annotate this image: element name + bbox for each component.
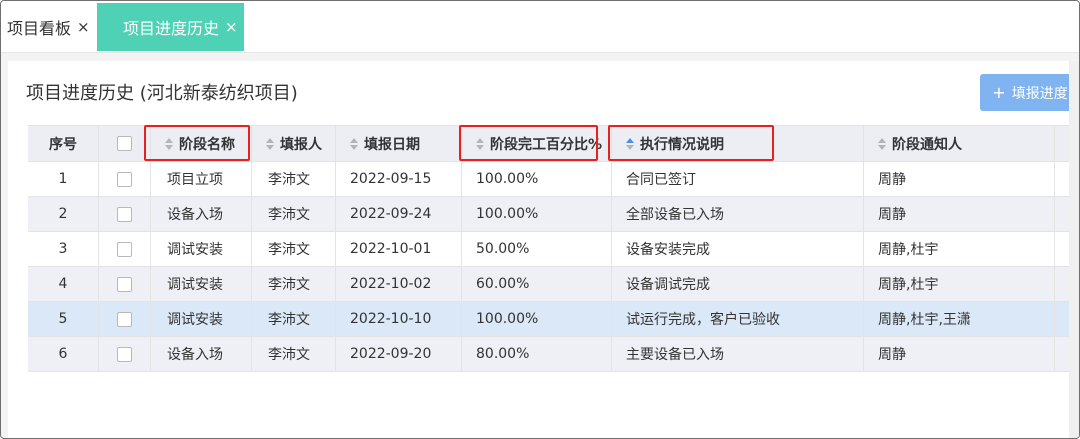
table-row[interactable]: 2 设备入场 李沛文 2022-09-24 100.00% 全部设备已入场 周静 [28, 197, 1079, 232]
row-percent: 100.00% [462, 162, 612, 196]
row-no: 3 [28, 232, 99, 266]
row-stage-name: 设备入场 [151, 197, 252, 231]
table-row-selected[interactable]: 5 调试安装 李沛文 2022-10-10 100.00% 试运行完成，客户已验… [28, 302, 1079, 337]
row-date: 2022-10-01 [336, 232, 462, 266]
vertical-scrollbar[interactable] [1069, 61, 1079, 438]
row-date: 2022-09-15 [336, 162, 462, 196]
header-label: 阶段完工百分比% [490, 136, 603, 153]
close-icon[interactable]: × [225, 18, 238, 36]
table-row[interactable]: 6 设备入场 李沛文 2022-09-20 80.00% 主要设备已入场 周静 [28, 337, 1079, 372]
row-no: 1 [28, 162, 99, 196]
row-notify: 周静,杜宇 [864, 232, 1055, 266]
row-percent: 100.00% [462, 197, 612, 231]
sort-icon [476, 137, 484, 150]
content-panel: 项目进度历史 (河北新泰纺织项目) + 填报进度 序号 阶段名称 填报人 填报日… [8, 61, 1079, 438]
row-date: 2022-10-02 [336, 267, 462, 301]
sort-icon [266, 137, 274, 150]
row-notify: 周静 [864, 197, 1055, 231]
row-no: 5 [28, 302, 99, 336]
row-reporter: 李沛文 [252, 302, 336, 336]
row-notify: 周静,杜宇,王潇 [864, 302, 1055, 336]
row-checkbox[interactable] [117, 346, 132, 362]
row-checkbox[interactable] [117, 276, 132, 292]
tab-progress-history[interactable]: 项目进度历史 × [97, 3, 244, 51]
row-notify: 周静,杜宇 [864, 267, 1055, 301]
tab-label: 项目看板 [7, 19, 72, 38]
row-date: 2022-09-20 [336, 337, 462, 371]
header-label: 填报日期 [364, 136, 420, 153]
sort-icon [350, 137, 358, 150]
header-label: 阶段名称 [179, 136, 235, 153]
row-select [99, 232, 151, 266]
row-select [99, 302, 151, 336]
row-stage-name: 项目立项 [151, 162, 252, 196]
row-stage-name: 调试安装 [151, 267, 252, 301]
row-notify: 周静 [864, 162, 1055, 196]
row-percent: 80.00% [462, 337, 612, 371]
header-completion-percent[interactable]: 阶段完工百分比% [462, 126, 612, 161]
header-no: 序号 [28, 126, 99, 161]
row-date: 2022-10-10 [336, 302, 462, 336]
header-description[interactable]: 执行情况说明 [612, 126, 864, 161]
row-description: 全部设备已入场 [612, 197, 864, 231]
row-checkbox[interactable] [117, 241, 132, 257]
row-checkbox[interactable] [117, 171, 132, 187]
select-all-checkbox[interactable] [117, 136, 132, 151]
close-icon[interactable]: × [77, 18, 90, 36]
row-reporter: 李沛文 [252, 337, 336, 371]
row-description: 试运行完成，客户已验收 [612, 302, 864, 336]
plus-icon: + [992, 83, 1006, 102]
row-select [99, 162, 151, 196]
row-description: 设备安装完成 [612, 232, 864, 266]
row-reporter: 李沛文 [252, 197, 336, 231]
row-stage-name: 设备入场 [151, 337, 252, 371]
header-label: 填报人 [280, 136, 322, 153]
row-date: 2022-09-24 [336, 197, 462, 231]
header-reporter[interactable]: 填报人 [252, 126, 336, 161]
app-window: 项目看板 × 项目进度历史 × 项目进度历史 (河北新泰纺织项目) + 填报进度… [0, 0, 1080, 439]
row-description: 主要设备已入场 [612, 337, 864, 371]
row-no: 6 [28, 337, 99, 371]
row-description: 设备调试完成 [612, 267, 864, 301]
row-reporter: 李沛文 [252, 267, 336, 301]
row-stage-name: 调试安装 [151, 232, 252, 266]
row-notify: 周静 [864, 337, 1055, 371]
row-checkbox[interactable] [117, 206, 132, 222]
header-stage-name[interactable]: 阶段名称 [151, 126, 252, 161]
add-progress-label: 填报进度 [1011, 85, 1068, 102]
row-no: 2 [28, 197, 99, 231]
row-percent: 60.00% [462, 267, 612, 301]
row-no: 4 [28, 267, 99, 301]
row-percent: 50.00% [462, 232, 612, 266]
row-percent: 100.00% [462, 302, 612, 336]
sort-asc-icon [626, 137, 634, 150]
header-report-date[interactable]: 填报日期 [336, 126, 462, 161]
table-row[interactable]: 1 项目立项 李沛文 2022-09-15 100.00% 合同已签订 周静 [28, 162, 1079, 197]
header-label: 执行情况说明 [640, 136, 724, 153]
header-label: 阶段通知人 [892, 136, 962, 153]
row-stage-name: 调试安装 [151, 302, 252, 336]
row-select [99, 197, 151, 231]
progress-table: 序号 阶段名称 填报人 填报日期 阶段完工百分比% 执行情况说明 阶段通知人 1… [28, 125, 1079, 372]
table-row[interactable]: 3 调试安装 李沛文 2022-10-01 50.00% 设备安装完成 周静,杜… [28, 232, 1079, 267]
add-progress-button[interactable]: + 填报进度 [980, 74, 1079, 111]
header-select-all [99, 126, 151, 161]
tab-bar: 项目看板 × 项目进度历史 × [1, 1, 1079, 53]
page-title: 项目进度历史 (河北新泰纺织项目) [26, 83, 298, 104]
row-reporter: 李沛文 [252, 232, 336, 266]
table-header: 序号 阶段名称 填报人 填报日期 阶段完工百分比% 执行情况说明 阶段通知人 [28, 126, 1079, 162]
table-row[interactable]: 4 调试安装 李沛文 2022-10-02 60.00% 设备调试完成 周静,杜… [28, 267, 1079, 302]
tab-label: 项目进度历史 [123, 19, 220, 38]
tab-project-board[interactable]: 项目看板 × [1, 3, 95, 51]
row-reporter: 李沛文 [252, 162, 336, 196]
row-checkbox[interactable] [117, 311, 132, 327]
row-description: 合同已签订 [612, 162, 864, 196]
sort-icon [165, 137, 173, 150]
sort-icon [878, 137, 886, 150]
row-select [99, 267, 151, 301]
header-notify[interactable]: 阶段通知人 [864, 126, 1055, 161]
row-select [99, 337, 151, 371]
